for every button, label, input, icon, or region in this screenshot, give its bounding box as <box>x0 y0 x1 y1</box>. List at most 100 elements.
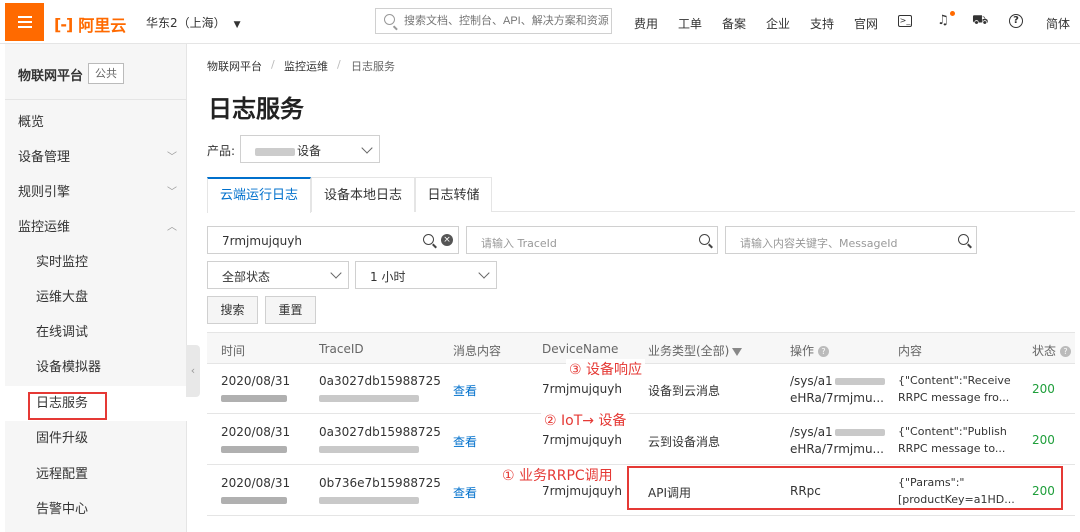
sidebar-item-monitoring-ops[interactable]: 监控运维 ︿ <box>5 210 187 245</box>
sidebar-item-label: 告警中心 <box>36 502 89 517</box>
sidebar-item-label: 规则引擎 <box>18 185 71 200</box>
sidebar-item-device-management[interactable]: 设备管理 ﹀ <box>5 140 187 175</box>
search-icon[interactable] <box>958 234 969 245</box>
keyword-input[interactable]: 请输入内容关键字、MessageId <box>725 226 977 254</box>
sidebar-item-remote-config[interactable]: 远程配置 <box>5 457 187 492</box>
breadcrumb-current: 日志服务 <box>351 60 395 73</box>
sidebar-item-label: 运维大盘 <box>36 290 89 305</box>
bell-icon[interactable]: ♫ <box>935 13 951 29</box>
view-message-link[interactable]: 查看 <box>453 433 477 450</box>
redacted-text <box>221 395 287 402</box>
view-message-link[interactable]: 查看 <box>453 484 477 501</box>
sidebar-item-online-debug[interactable]: 在线调试 <box>5 315 187 350</box>
breadcrumb-separator: / <box>337 58 341 71</box>
sidebar-item-firmware-upgrade[interactable]: 固件升级 <box>5 421 187 456</box>
tab-device-local-log[interactable]: 设备本地日志 <box>311 177 415 212</box>
chevron-down-icon <box>361 142 373 154</box>
nav-enterprise[interactable]: 企业 <box>766 15 790 32</box>
sidebar-item-overview[interactable]: 概览 <box>5 105 187 140</box>
help-icon[interactable]: ? <box>1009 14 1023 28</box>
cart-icon[interactable]: ⛟ <box>972 13 988 29</box>
redacted-text <box>319 395 419 402</box>
breadcrumb-iot-platform[interactable]: 物联网平台 <box>207 58 262 74</box>
chevron-down-icon <box>330 267 342 279</box>
search-icon[interactable] <box>699 234 710 245</box>
language-switch[interactable]: 简体 <box>1046 15 1070 32</box>
col-operation: 操作? <box>790 342 830 359</box>
cell-content: {"Content":"Receive <box>898 374 1011 387</box>
sidebar-item-alarm-center[interactable]: 告警中心 <box>5 492 187 527</box>
sidebar-item-realtime-monitor[interactable]: 实时监控 <box>5 245 187 280</box>
trace-id-input[interactable]: 请输入 TraceId <box>466 226 718 254</box>
cell-device-name: 7rmjmujquyh <box>542 433 622 447</box>
page-title: 日志服务 <box>208 95 304 123</box>
search-icon[interactable] <box>423 234 434 245</box>
annotation-device-response: ③ 设备响应 <box>566 359 646 379</box>
col-status-label: 状态 <box>1032 344 1057 358</box>
sidebar-item-rule-engine[interactable]: 规则引擎 ﹀ <box>5 175 187 210</box>
table-row: 2020/08/31 0a3027db15988725 查看 7rmjmujqu… <box>207 415 1075 465</box>
menu-button[interactable] <box>5 3 44 41</box>
search-icon <box>384 14 395 25</box>
collapse-icon[interactable]: ‹ <box>186 345 200 397</box>
chevron-up-icon: ︿ <box>167 222 177 233</box>
highlight-frame <box>627 466 1063 510</box>
global-search[interactable] <box>375 8 612 34</box>
col-content: 内容 <box>898 344 923 358</box>
cell-time: 2020/08/31 <box>221 374 291 388</box>
tab-log-dump[interactable]: 日志转储 <box>415 177 492 212</box>
sidebar-item-label: 固件升级 <box>36 431 89 446</box>
nav-official-site[interactable]: 官网 <box>854 15 878 32</box>
nav-support[interactable]: 支持 <box>810 15 834 32</box>
caret-down-icon: ▼ <box>233 20 241 30</box>
cell-content-2: RRPC message fro... <box>898 391 1010 404</box>
filter-icon[interactable] <box>732 347 743 356</box>
col-biz-type[interactable]: 业务类型(全部) <box>648 342 743 359</box>
help-circle-icon[interactable]: ? <box>1060 346 1072 357</box>
instance-badge: 公共 <box>88 63 124 84</box>
redacted-text <box>255 147 295 156</box>
cell-time: 2020/08/31 <box>221 425 291 439</box>
region-selector[interactable]: 华东2（上海） ▼ <box>146 14 241 31</box>
product-value: 设备 <box>297 144 322 158</box>
help-circle-icon[interactable]: ? <box>818 346 830 357</box>
sidebar-item-device-simulator[interactable]: 设备模拟器 <box>5 350 187 385</box>
redacted-text <box>835 429 885 436</box>
menu-icon <box>17 16 32 28</box>
redacted-text <box>221 446 287 453</box>
col-trace-id: TraceID <box>319 342 364 356</box>
brand-mark: [-] <box>54 14 73 34</box>
nav-tickets[interactable]: 工单 <box>678 15 702 32</box>
global-search-input[interactable] <box>404 9 609 33</box>
sidebar-title: 物联网平台 <box>18 69 84 84</box>
tab-cloud-log[interactable]: 云端运行日志 <box>207 177 311 213</box>
cell-time: 2020/08/31 <box>221 476 291 490</box>
sidebar-item-label: 概览 <box>18 115 45 130</box>
brand-logo[interactable]: [-] 阿里云 <box>54 12 126 36</box>
terminal-icon[interactable]: >_ <box>898 15 912 27</box>
sidebar-item-ops-dashboard[interactable]: 运维大盘 <box>5 280 187 315</box>
notification-dot <box>950 11 955 16</box>
annotation-iot-to-device: ② IoT→ 设备 <box>541 410 630 430</box>
sidebar-item-label: 设备管理 <box>18 150 71 165</box>
cell-device-name: 7rmjmujquyh <box>542 484 622 498</box>
cell-trace-id: 0a3027db15988725 <box>319 425 441 439</box>
view-message-link[interactable]: 查看 <box>453 382 477 399</box>
cell-biz-type: 云到设备消息 <box>648 435 721 449</box>
status-select[interactable]: 全部状态 <box>207 261 349 289</box>
cell-content: {"Content":"Publish <box>898 425 1007 438</box>
breadcrumb-separator: / <box>271 58 275 71</box>
cell-device-name: 7rmjmujquyh <box>542 382 622 396</box>
sidebar-item-label: 在线调试 <box>36 325 89 340</box>
product-select[interactable]: 设备 <box>240 135 380 163</box>
sidebar-item-label: 远程配置 <box>36 467 89 482</box>
clear-icon[interactable]: × <box>441 234 453 246</box>
reset-button[interactable]: 重置 <box>265 296 316 324</box>
device-name-input[interactable]: 7rmjmujquyh × <box>207 226 459 254</box>
nav-fees[interactable]: 费用 <box>634 15 658 32</box>
nav-icp[interactable]: 备案 <box>722 15 746 32</box>
time-range-select[interactable]: 1 小时 <box>355 261 497 289</box>
search-button[interactable]: 搜索 <box>207 296 258 324</box>
sidebar-item-label: 设备模拟器 <box>36 360 102 375</box>
breadcrumb-monitoring[interactable]: 监控运维 <box>284 58 328 74</box>
